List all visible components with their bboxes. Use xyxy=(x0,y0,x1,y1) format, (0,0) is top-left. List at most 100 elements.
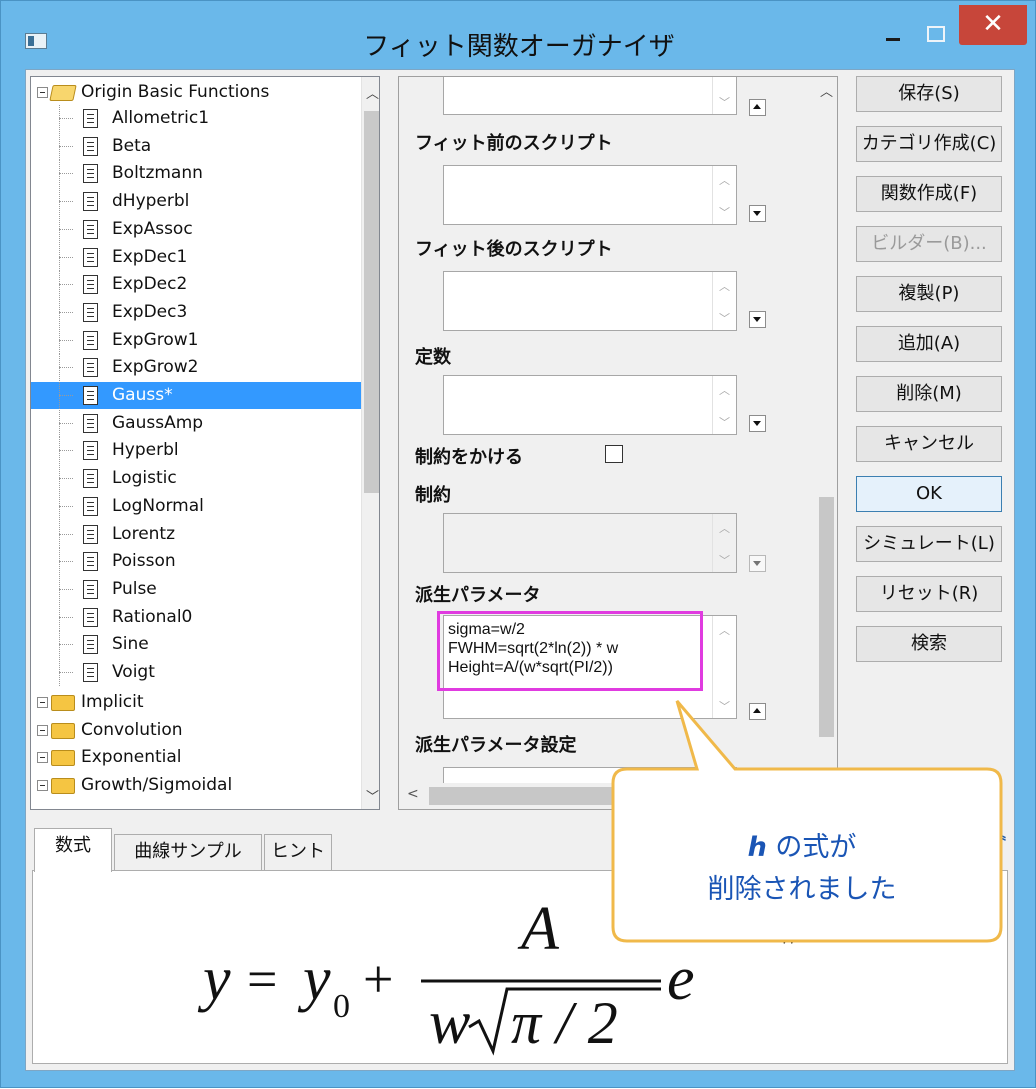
tree-item-rational0[interactable]: Rational0 xyxy=(31,603,361,631)
simulate-button[interactable]: シミュレート(L) xyxy=(856,526,1002,562)
scroll-up-icon[interactable]: ︿ xyxy=(719,172,730,188)
function-tree[interactable]: Origin Basic Functions Allometric1 Beta Bo… xyxy=(30,76,380,810)
scroll-left-icon[interactable]: < xyxy=(407,786,419,802)
tree-root-origin-basic-functions[interactable]: Origin Basic Functions xyxy=(31,79,361,106)
tree-item-hyperbl[interactable]: Hyperbl xyxy=(31,437,361,465)
tree-item-logistic[interactable]: Logistic xyxy=(31,465,361,493)
top-textbox[interactable]: ﹀ xyxy=(443,77,737,115)
tab-hint[interactable]: ヒント xyxy=(264,834,332,870)
minimize-button[interactable] xyxy=(873,19,913,49)
document-icon xyxy=(83,607,98,627)
tree-item-gauss[interactable]: Gauss* xyxy=(31,382,361,409)
tree-item-allometric1[interactable]: Allometric1 xyxy=(31,105,361,132)
tree-item-voigt[interactable]: Voigt xyxy=(31,659,361,686)
expand-button[interactable] xyxy=(749,415,766,432)
builder-button[interactable]: ビルダー(B)... xyxy=(856,226,1002,262)
scroll-down-icon[interactable]: ﹀ xyxy=(719,414,730,430)
collapse-icon[interactable] xyxy=(37,697,48,708)
formula-plus: + xyxy=(363,949,393,1009)
constraints-input[interactable]: ︿ ﹀ xyxy=(443,513,737,573)
expand-button[interactable] xyxy=(749,555,766,572)
settings-vertical-scrollbar[interactable]: ︿ xyxy=(817,77,837,777)
callout-h-letter: h xyxy=(747,832,767,863)
tree-category-growth-sigmoidal[interactable]: Growth/Sigmoidal xyxy=(31,772,361,799)
tree-category-convolution[interactable]: Convolution xyxy=(31,717,361,744)
collapse-icon[interactable] xyxy=(37,724,48,736)
tree-scroll-thumb[interactable] xyxy=(364,111,379,493)
collapse-chevron-icon[interactable]: ︽ xyxy=(990,820,1008,843)
expand-button[interactable] xyxy=(749,205,766,222)
settings-hscroll-thumb[interactable] xyxy=(429,787,629,805)
scroll-up-icon[interactable]: ︿ xyxy=(719,622,730,638)
tree-item-lorentz[interactable]: Lorentz xyxy=(31,520,361,548)
post-fit-script-input[interactable]: ︿ ﹀ xyxy=(443,271,737,331)
expand-button[interactable] xyxy=(749,99,766,116)
tab-formula[interactable]: 数式 xyxy=(34,828,112,872)
new-category-button[interactable]: カテゴリ作成(C) xyxy=(856,126,1002,162)
tree-item-boltzmann[interactable]: Boltzmann xyxy=(31,160,361,188)
tree-item-sine[interactable]: Sine xyxy=(31,631,361,659)
folder-icon xyxy=(51,778,75,795)
document-icon xyxy=(83,413,98,433)
formula-y0: y xyxy=(297,945,331,1013)
search-button[interactable]: 検索 xyxy=(856,626,1002,662)
document-icon xyxy=(83,192,98,212)
tree-category-exponential[interactable]: Exponential xyxy=(31,744,361,771)
new-function-button[interactable]: 関数作成(F) xyxy=(856,176,1002,212)
tree-vertical-scrollbar[interactable]: ︿ ﹀ xyxy=(361,77,379,809)
tree-item-expgrow1[interactable]: ExpGrow1 xyxy=(31,326,361,354)
scroll-up-icon[interactable]: ︿ xyxy=(719,520,730,536)
derived-params-highlight xyxy=(437,611,703,691)
tree-item-poisson[interactable]: Poisson xyxy=(31,548,361,576)
close-button[interactable]: ✕ xyxy=(959,5,1027,45)
tree-item-expdec2[interactable]: ExpDec2 xyxy=(31,271,361,299)
pre-fit-script-input[interactable]: ︿ ﹀ xyxy=(443,165,737,225)
title-bar[interactable]: フィット関数オーガナイザ ✕ xyxy=(1,1,1036,73)
ok-button[interactable]: OK xyxy=(856,476,1002,512)
tree-item-expgrow2[interactable]: ExpGrow2 xyxy=(31,354,361,382)
scroll-down-icon[interactable]: ﹀ xyxy=(719,552,730,568)
settings-horizontal-scrollbar[interactable]: < xyxy=(399,783,817,809)
scroll-down-icon[interactable]: ﹀ xyxy=(719,698,730,714)
tree-item-label: Allometric1 xyxy=(112,108,210,128)
scroll-up-icon[interactable]: ︿ xyxy=(719,382,730,398)
tree-item-dhyperbl[interactable]: dHyperbl xyxy=(31,188,361,216)
save-button[interactable]: 保存(S) xyxy=(856,76,1002,112)
collapse-icon[interactable] xyxy=(37,752,48,764)
document-icon xyxy=(83,136,98,156)
delete-button[interactable]: 削除(M) xyxy=(856,376,1002,412)
tree-item-gaussamp[interactable]: GaussAmp xyxy=(31,409,361,437)
scroll-down-icon[interactable]: ﹀ xyxy=(719,94,730,110)
collapse-icon[interactable] xyxy=(37,780,48,792)
cancel-button[interactable]: キャンセル xyxy=(856,426,1002,462)
collapse-icon[interactable] xyxy=(37,87,48,98)
expand-button[interactable] xyxy=(749,703,766,720)
settings-scroll-thumb[interactable] xyxy=(819,497,834,737)
expand-button[interactable] xyxy=(749,311,766,328)
scroll-down-icon[interactable]: ﹀ xyxy=(719,204,730,220)
tree-item-expdec3[interactable]: ExpDec3 xyxy=(31,298,361,326)
scroll-down-icon[interactable]: ﹀ xyxy=(719,310,730,326)
tree-item-beta[interactable]: Beta xyxy=(31,132,361,160)
scroll-down-icon[interactable]: ﹀ xyxy=(366,786,379,805)
maximize-button[interactable] xyxy=(913,19,955,49)
tree-item-pulse[interactable]: Pulse xyxy=(31,575,361,603)
tree-item-expassoc[interactable]: ExpAssoc xyxy=(31,215,361,243)
tree-item-expdec1[interactable]: ExpDec1 xyxy=(31,243,361,271)
scroll-up-icon[interactable]: ︿ xyxy=(366,83,379,102)
tab-curve-sample[interactable]: 曲線サンプル xyxy=(114,834,262,870)
tree-item-label: ExpDec3 xyxy=(112,301,188,322)
apply-constraints-label: 制約をかける xyxy=(415,447,523,468)
scroll-up-icon[interactable]: ︿ xyxy=(719,278,730,294)
apply-constraints-checkbox[interactable] xyxy=(605,445,623,463)
formula-equals: = xyxy=(247,949,277,1009)
constants-input[interactable]: ︿ ﹀ xyxy=(443,375,737,435)
tree-category-implicit[interactable]: Implicit xyxy=(31,689,361,716)
scroll-up-icon[interactable]: ︿ xyxy=(820,81,833,100)
add-button[interactable]: 追加(A) xyxy=(856,326,1002,362)
tree-item-lognormal[interactable]: LogNormal xyxy=(31,492,361,520)
reset-button[interactable]: リセット(R) xyxy=(856,576,1002,612)
close-icon: ✕ xyxy=(982,9,1004,39)
post-fit-script-label: フィット後のスクリプト xyxy=(415,239,613,260)
duplicate-button[interactable]: 複製(P) xyxy=(856,276,1002,312)
